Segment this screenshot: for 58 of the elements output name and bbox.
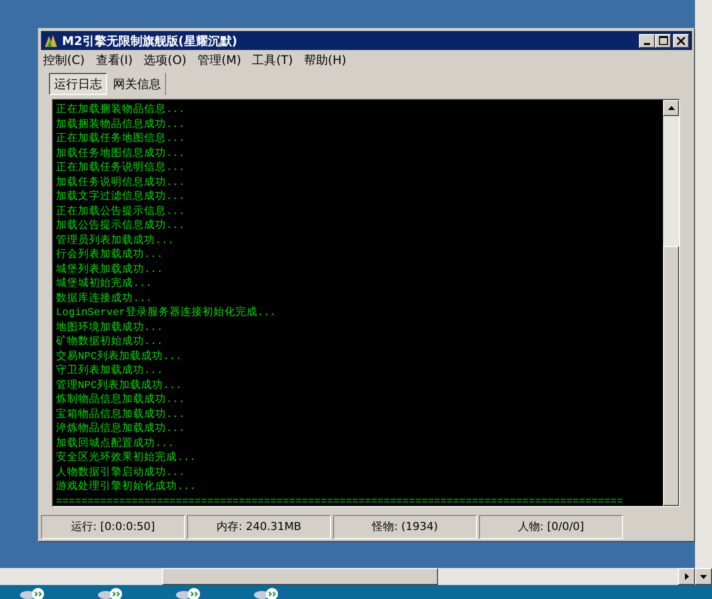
log-line: 安全区光环效果初始完成... (56, 451, 196, 466)
desktop-icon[interactable] (98, 585, 124, 599)
log-line: 加载文字过滤信息成功... (56, 190, 185, 204)
log-line: 城堡列表加载成功... (56, 262, 163, 277)
scrollbar[interactable] (663, 100, 679, 506)
log-line: 加载任务说明信息成功... (56, 176, 185, 190)
log-line: 地图环境加载成功... (56, 320, 163, 335)
log-line: 人物数据引擎启动成功... (56, 466, 185, 480)
log-line: 交易NPC列表加载成功... (56, 350, 182, 364)
log-line: 游戏处理引擎初始化成功... (56, 480, 196, 494)
app-icon (44, 34, 58, 48)
menu-item[interactable]: 选项(O) (144, 51, 186, 69)
log-line: 城堡城初始完成... (56, 277, 152, 292)
down-arrow-icon (700, 574, 707, 578)
log-line: 加载任务地图信息成功... (56, 146, 185, 161)
log-line: 加载回城点配置成功... (56, 436, 174, 451)
tab[interactable]: 运行日志 (49, 73, 107, 95)
log-line: 守卫列表加载成功... (56, 364, 163, 378)
up-arrow-icon (668, 106, 674, 110)
maximize-button[interactable] (655, 34, 671, 48)
horizontal-scrollbar[interactable] (0, 568, 695, 585)
maximize-icon (658, 36, 668, 45)
menu-item[interactable]: 控制(C) (43, 51, 85, 69)
log-line: 行会列表加载成功... (56, 248, 163, 262)
status-panel: 人物: [0/0/0] (479, 515, 623, 539)
desktop-icon[interactable] (254, 585, 280, 599)
close-button[interactable] (673, 34, 689, 48)
log-line: 正在加载捆装物品信息... (56, 103, 185, 118)
log-line: 淬炼物品信息加载成功... (56, 422, 185, 436)
window-title: M2引擎无限制旗舰版(星耀沉默) (62, 34, 238, 46)
menu-item[interactable]: 管理(M) (197, 51, 242, 69)
desktop-icon[interactable] (176, 585, 202, 599)
desktop-icon[interactable] (20, 585, 46, 599)
vertical-scrollbar[interactable] (695, 0, 712, 585)
minimize-icon (644, 42, 650, 44)
close-icon (677, 36, 685, 44)
log-line: LoginServer登录服务器连接初始化完成... (56, 306, 276, 320)
right-arrow-icon (684, 573, 688, 580)
log-line: 加载捆装物品信息成功... (56, 118, 185, 132)
log-line: 正在加载任务说明信息... (56, 161, 185, 176)
log-line: 管理NPC列表加载成功... (56, 378, 182, 393)
log-line: 矿物数据初始成功... (56, 335, 163, 350)
log-line: 正在加载公告提示信息... (56, 204, 185, 219)
log-line: 宝箱物品信息加载成功... (56, 408, 185, 422)
log-line: ========================================================================================== (56, 494, 624, 506)
minimize-button[interactable] (639, 34, 655, 48)
status-panel: 内存: 240.31MB (187, 515, 331, 539)
log-line: 加载公告提示信息成功... (56, 219, 185, 234)
status-panel: 怪物: (1934) (333, 515, 477, 539)
tab[interactable]: 网关信息 (109, 73, 166, 95)
log-line: 炼制物品信息加载成功... (56, 393, 185, 408)
status-panel: 运行: [0:0:0:50] (41, 515, 185, 539)
menu-item[interactable]: 工具(T) (252, 51, 293, 69)
menu-item[interactable]: 帮助(H) (304, 51, 346, 69)
log-line: 管理员列表加载成功... (56, 234, 174, 248)
menu-item[interactable]: 查看(I) (96, 51, 133, 69)
log-line: 正在加载任务地图信息... (56, 132, 185, 146)
log-line: 数据库连接成功... (56, 292, 152, 306)
